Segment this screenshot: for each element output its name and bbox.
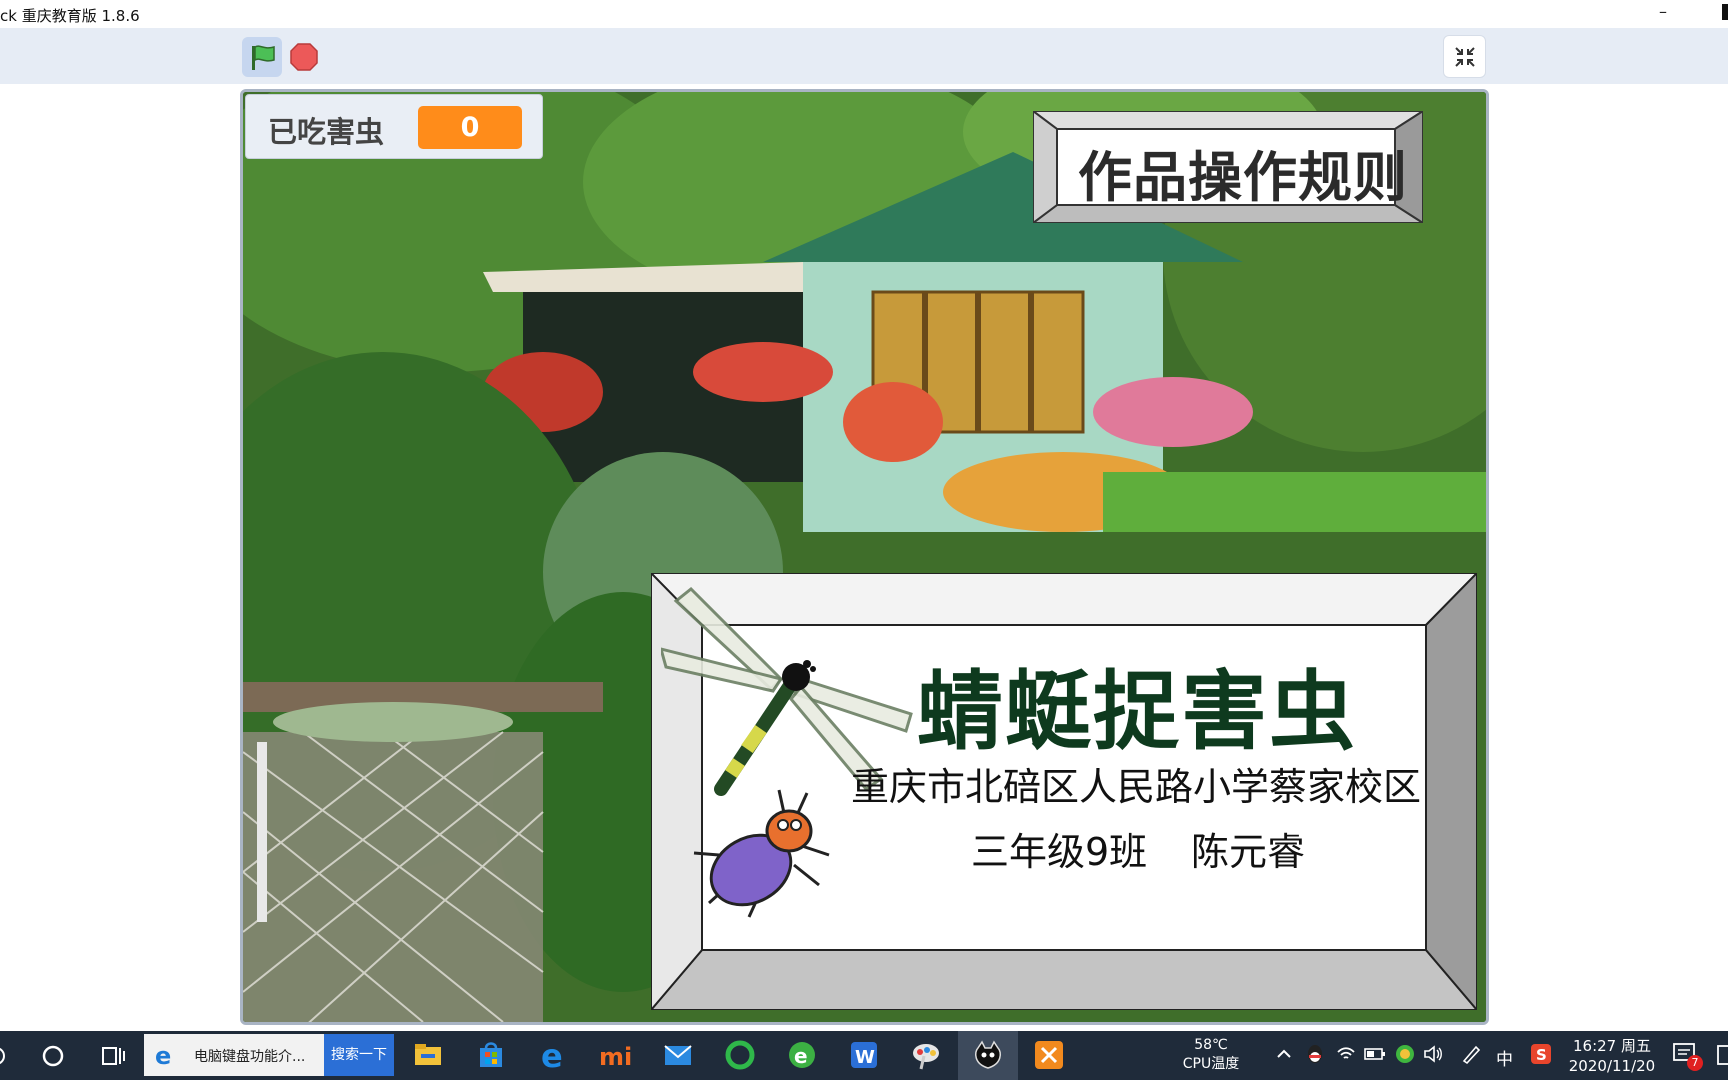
variable-value: 0 [418,106,522,149]
mi-icon[interactable]: mi [599,1038,633,1072]
rules-button[interactable]: 作品操作规则 [1030,109,1427,225]
window-edge-icon [1722,4,1728,20]
cpu-temp-label: CPU温度 [1182,1056,1240,1072]
beetle-icon [693,789,830,918]
svg-text:e: e [155,1042,171,1068]
school-name: 重庆市北碚区人民路小学蔡家校区 [851,765,1422,809]
svg-text:S: S [1536,1046,1547,1064]
stop-button[interactable] [289,42,319,72]
browser-taskbar-item[interactable]: e 电脑键盘功能介... [144,1034,324,1076]
task-view-icon[interactable] [96,1039,130,1073]
variable-label: 已吃害虫 [268,115,385,149]
search-button[interactable]: 搜索一下 [324,1034,394,1076]
green-plus-tray-icon[interactable] [1395,1044,1415,1064]
svg-text:mi: mi [599,1043,632,1071]
variable-monitor: 已吃害虫 0 [245,94,543,159]
browser-360-icon[interactable]: e [785,1038,819,1072]
notification-count-badge: 7 [1687,1055,1703,1071]
store-icon[interactable] [474,1038,508,1072]
title-panel: 蜻蜓捉害虫 重庆市北碚区人民路小学蔡家校区 三年级9班 陈元睿 [648,570,1480,1013]
cpu-temperature[interactable]: 58℃ CPU温度 [1166,1036,1256,1074]
author-name: 陈元睿 [1191,830,1306,874]
wps-icon[interactable]: W [847,1038,881,1072]
cpu-temp-value: 58℃ [1194,1037,1228,1053]
browser-tab-title: 电脑键盘功能介... [194,1049,306,1065]
scratch-cat-icon [974,1040,1002,1069]
svg-text:W: W [855,1047,875,1068]
pen-tray-icon[interactable] [1460,1043,1482,1065]
start-icon[interactable] [0,1039,20,1073]
qq-tray-icon[interactable] [1304,1043,1326,1065]
svg-text:e: e [794,1044,808,1068]
scratch-taskbar-item[interactable] [958,1031,1018,1080]
tray-chevron-up-icon[interactable] [1276,1046,1292,1062]
flag-icon [252,45,275,70]
exit-fullscreen-icon [1455,47,1475,67]
wifi-icon[interactable] [1336,1044,1356,1064]
exit-fullscreen-button[interactable] [1443,35,1486,78]
paint-app-icon[interactable] [909,1038,943,1072]
system-clock[interactable]: 16:27 周五 2020/11/20 [1564,1036,1660,1076]
edge-icon[interactable]: e [537,1038,571,1072]
ie-icon: e [155,1042,171,1068]
file-explorer-icon[interactable] [411,1038,445,1072]
orange-app-icon[interactable] [1032,1038,1066,1072]
window-title: ck 重庆教育版 1.8.6 [0,7,140,25]
battery-icon[interactable] [1364,1046,1386,1062]
window-titlebar: ck 重庆教育版 1.8.6 – [0,0,1728,28]
rules-button-label: 作品操作规则 [1078,146,1408,209]
game-title: 蜻蜓捉害虫 [917,662,1357,762]
mail-icon[interactable] [661,1038,695,1072]
cortana-icon[interactable] [36,1039,70,1073]
minimize-button[interactable]: – [1638,0,1688,28]
stop-icon [290,43,318,71]
sogou-ime-icon[interactable]: S [1530,1043,1552,1065]
show-desktop-icon[interactable] [1716,1044,1728,1066]
360-icon[interactable] [723,1038,757,1072]
ime-indicator[interactable]: 中 [1496,1045,1513,1070]
svg-text:e: e [541,1038,563,1072]
green-flag-button[interactable] [242,37,282,77]
clock-date: 2020/11/20 [1568,1057,1656,1075]
stage[interactable]: 已吃害虫 0 作品操作规则 蜻蜓捉害虫 重庆市北碚区人民路小学蔡家校区 三年级9… [240,89,1489,1025]
author-class: 三年级9班 [971,830,1148,874]
volume-icon[interactable] [1423,1044,1445,1064]
clock-time: 16:27 周五 [1573,1037,1651,1055]
